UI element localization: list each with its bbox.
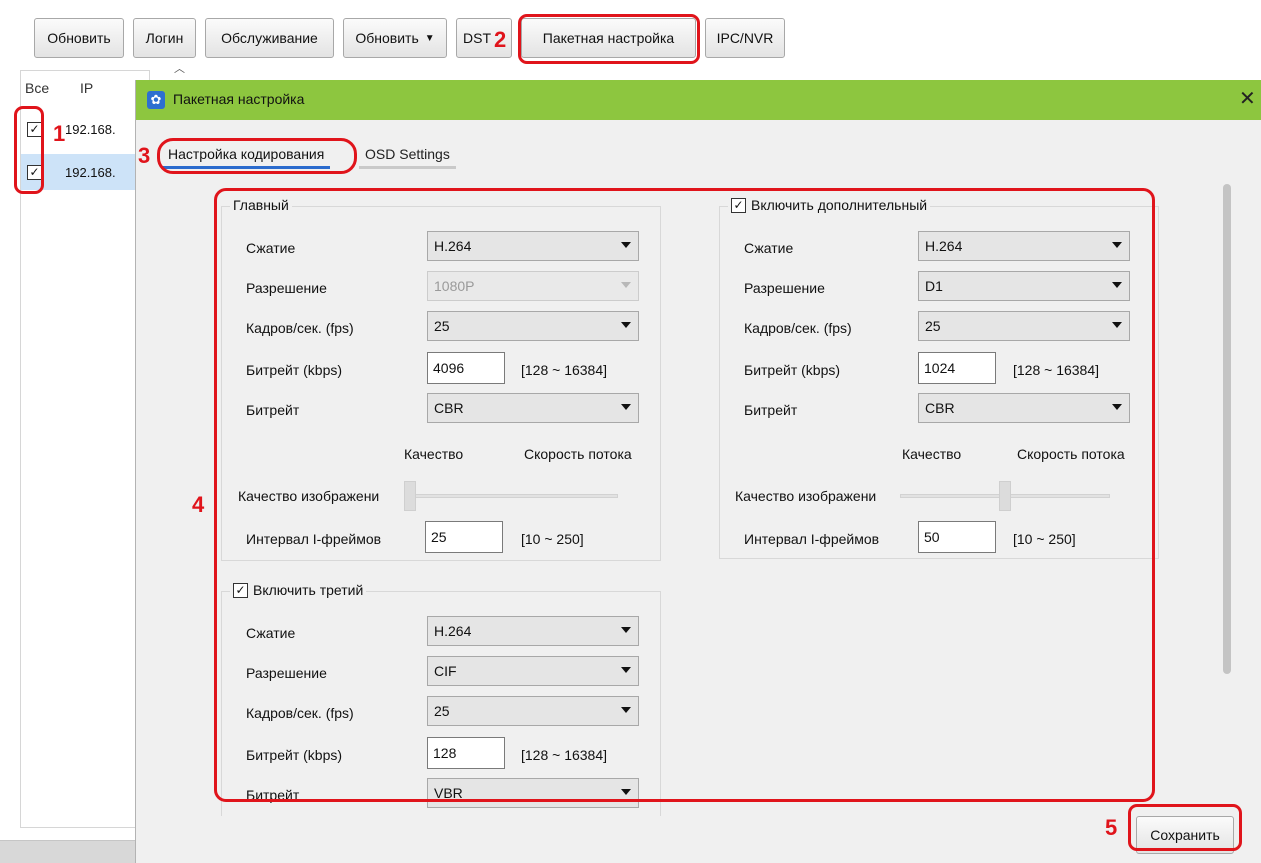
close-icon[interactable]: ✕: [1239, 86, 1256, 111]
annotation-box-1: [14, 106, 44, 194]
annotation-number-1: 1: [53, 121, 66, 146]
annotation-box-5: [1128, 804, 1242, 851]
annotation-box-4: [214, 188, 1155, 802]
annotation-number-2: 2: [494, 27, 507, 52]
ipc-nvr-button[interactable]: IPC/NVR: [705, 18, 785, 58]
column-header-all[interactable]: Все: [25, 80, 49, 96]
left-status-bar: [0, 840, 135, 863]
row-ip: 192.168.: [65, 121, 116, 137]
column-header-ip[interactable]: IP: [80, 80, 93, 96]
login-button[interactable]: Логин: [133, 18, 196, 58]
dialog-title: Пакетная настройка: [173, 91, 305, 107]
content-scrollbar[interactable]: [1221, 184, 1233, 806]
annotation-box-2: [518, 14, 700, 64]
annotation-box-3: [157, 138, 357, 174]
chevron-down-icon: ▼: [424, 32, 435, 44]
maintenance-button[interactable]: Обслуживание: [205, 18, 334, 58]
update-dropdown-button[interactable]: Обновить ▼: [343, 18, 447, 58]
dialog-titlebar: ✿ Пакетная настройка ✕: [136, 80, 1261, 120]
annotation-number-3: 3: [138, 143, 151, 168]
update-label: Обновить: [355, 30, 419, 46]
scrollbar-thumb[interactable]: [1223, 184, 1231, 674]
annotation-number-5: 5: [1105, 815, 1118, 840]
row-ip: 192.168.: [65, 164, 116, 180]
sort-indicator-icon: ︿: [174, 63, 185, 75]
annotation-number-4: 4: [192, 492, 205, 517]
refresh-button[interactable]: Обновить: [34, 18, 124, 58]
settings-gear-icon: ✿: [147, 91, 165, 109]
app-window: Обновить Логин Обслуживание Обновить ▼ DS…: [0, 0, 1261, 863]
tab-osd-settings[interactable]: OSD Settings: [359, 141, 456, 169]
